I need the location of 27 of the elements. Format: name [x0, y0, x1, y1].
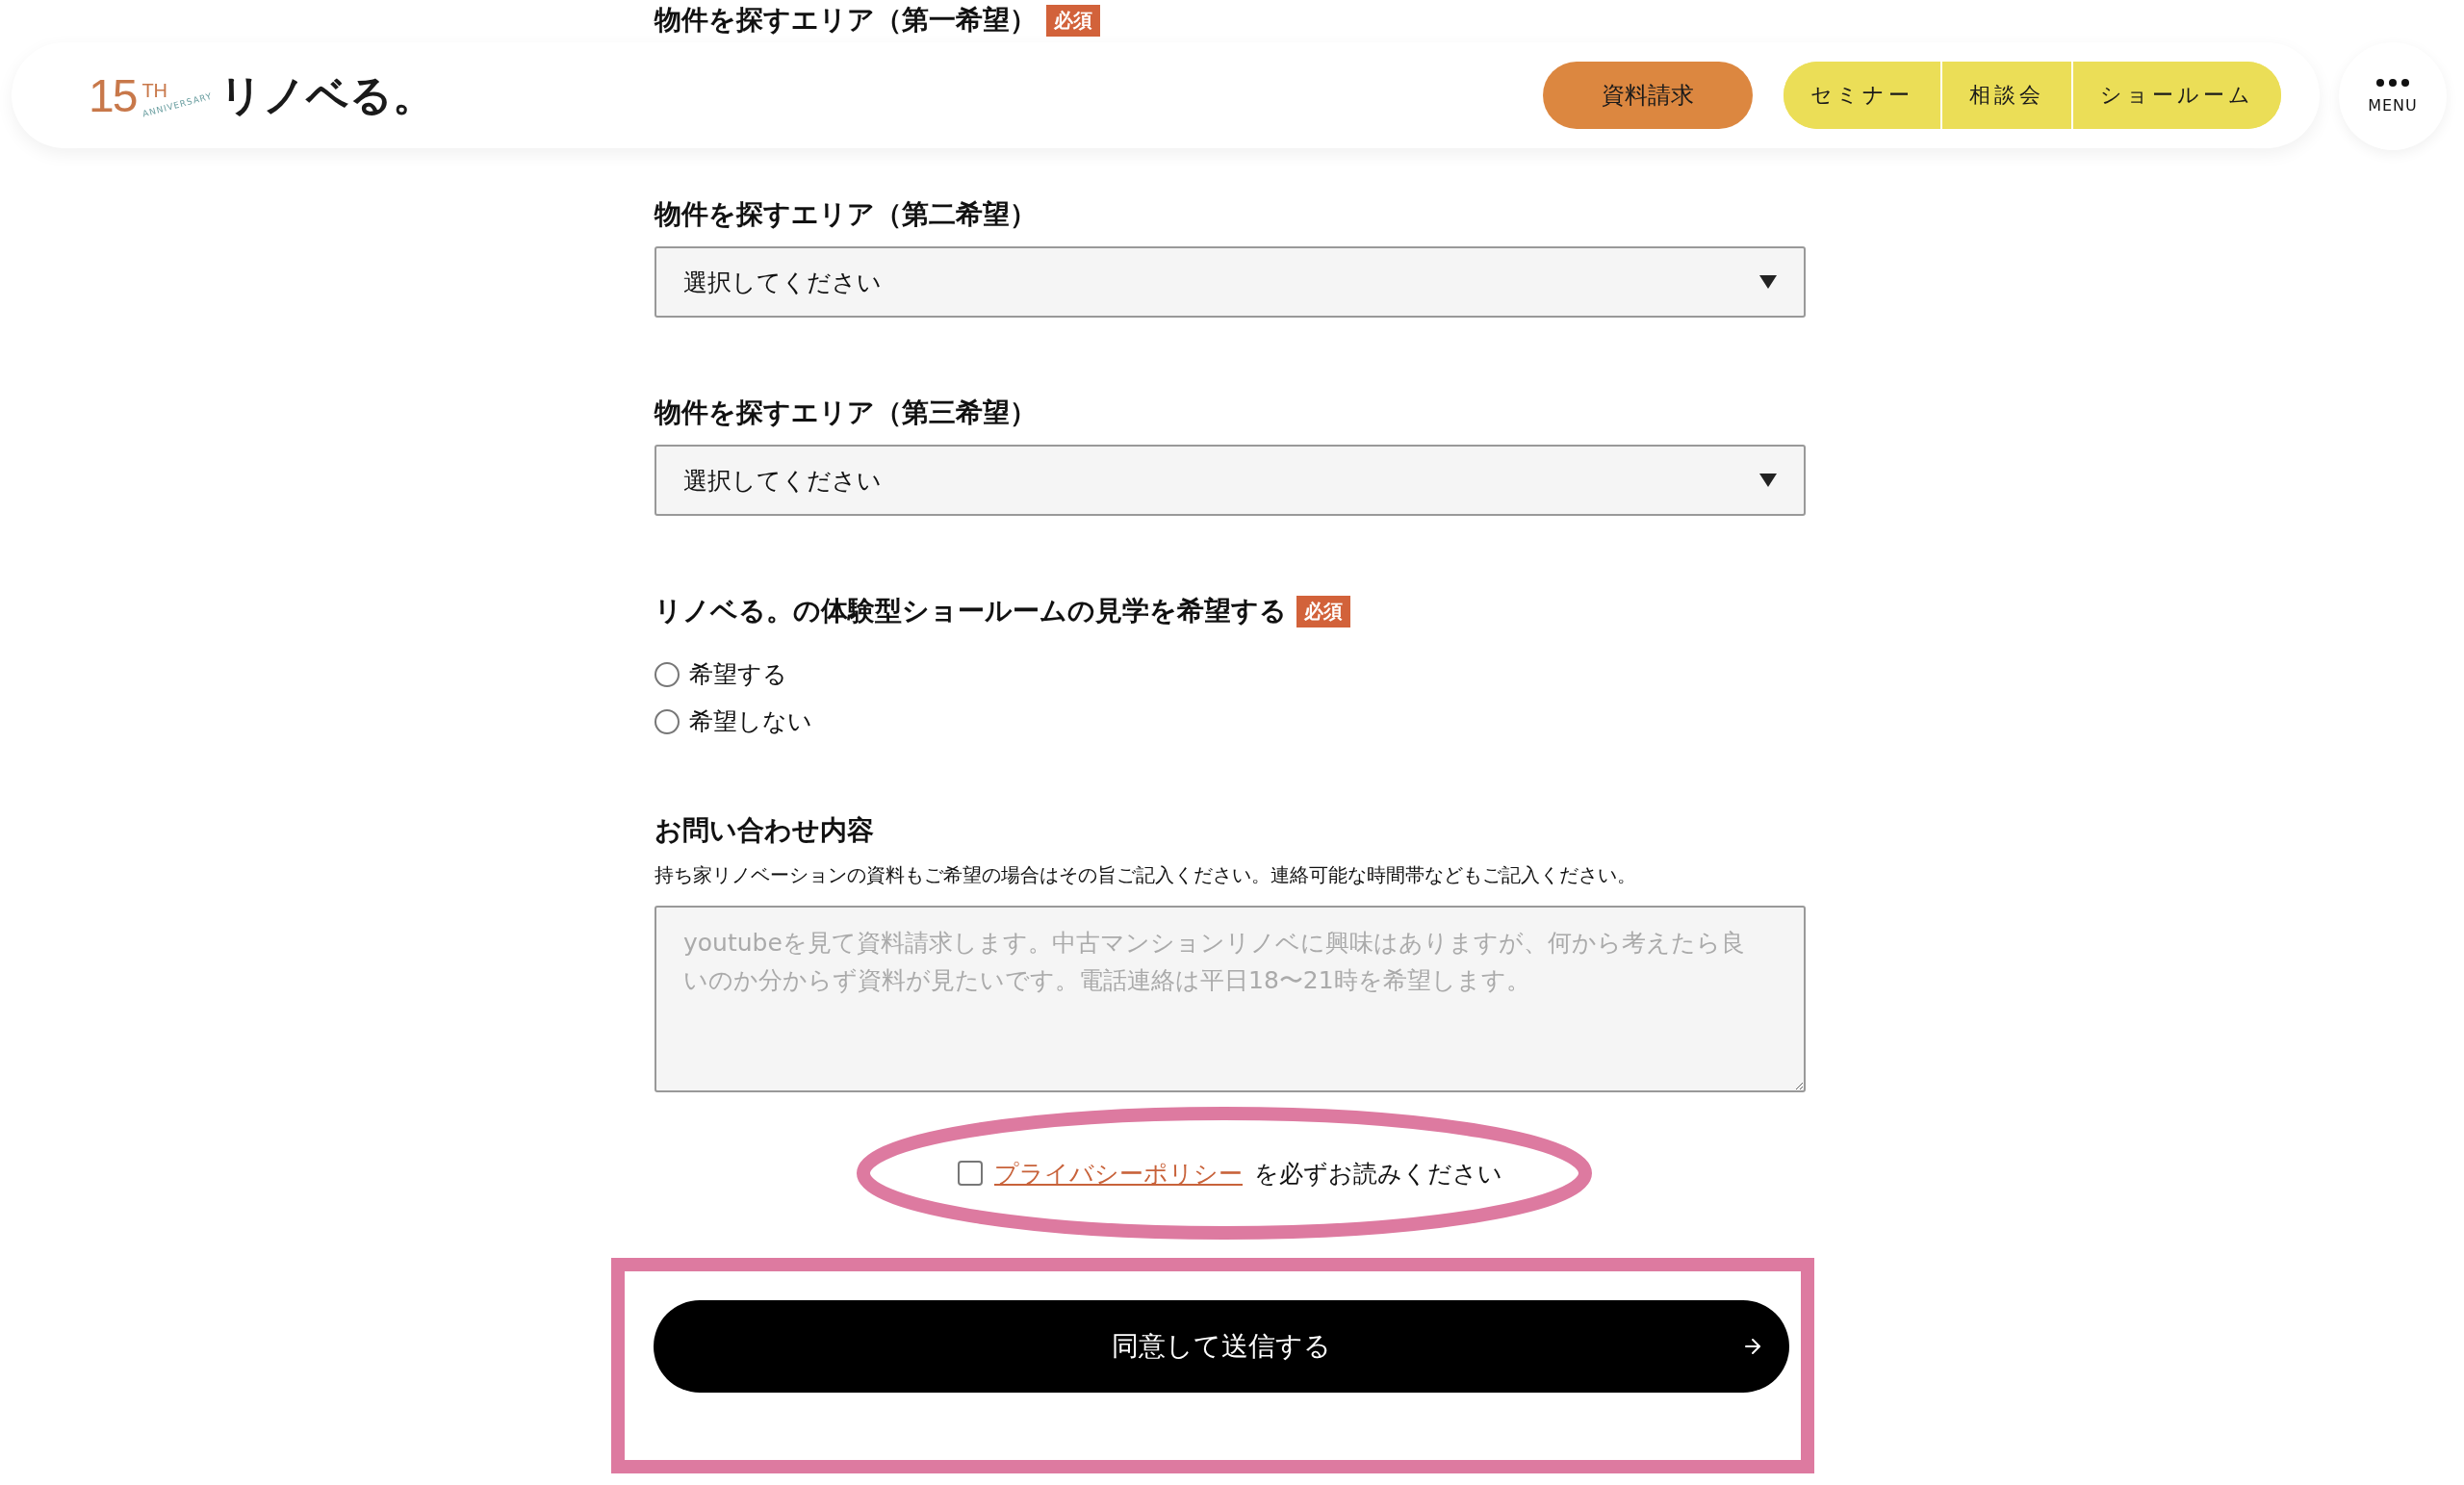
- message-field[interactable]: youtubeを見て資料請求します。中古マンションリノベに興味はありますが、何から考えたら良いのか分からず資料が見たいです。電話連絡は平日18〜21時を希望します。: [654, 906, 1806, 1092]
- field-label: リノベる。の体験型ショールームの見学を希望する: [654, 594, 1287, 628]
- select-field[interactable]: 選択してください: [654, 445, 1806, 516]
- required-badge: 必須: [1296, 595, 1350, 627]
- radio-button[interactable]: [654, 708, 680, 734]
- field-label: お問い合わせ内容: [654, 813, 874, 848]
- caret-icon: [1759, 275, 1777, 289]
- request-button[interactable]: 資料請求: [1543, 62, 1753, 129]
- nav-button[interactable]: ショールーム: [2071, 62, 2281, 129]
- radio-button[interactable]: [654, 661, 680, 687]
- field-label: 物件を探すエリア（第三希望）: [654, 396, 1037, 430]
- field-note: 持ち家リノベーションの資料もご希望の場合はその旨ご記入ください。連絡可能な時間帯などもご記入ください。: [654, 862, 1637, 888]
- consent-text: を必ずお読みください: [1254, 1158, 1502, 1190]
- select-field[interactable]: 選択してください: [654, 246, 1806, 318]
- field-label: 物件を探すエリア（第二希望）: [654, 197, 1037, 232]
- required-badge: 必須: [1046, 4, 1100, 37]
- caret-icon: [1759, 474, 1777, 487]
- checkbox[interactable]: [958, 1161, 983, 1186]
- logo-number: 15: [89, 68, 137, 122]
- logo-name[interactable]: リノベる。: [219, 66, 435, 124]
- submit-button[interactable]: 同意して送信する: [654, 1300, 1789, 1393]
- radio-label: 希望する: [689, 659, 787, 690]
- menu-button[interactable]: MENU: [2339, 42, 2447, 150]
- dots-icon: [2376, 78, 2409, 87]
- field-label: 物件を探すエリア（第一希望）: [654, 3, 1037, 38]
- privacy-policy-link[interactable]: プライバシーポリシー: [994, 1157, 1243, 1190]
- radio-label: 希望しない: [689, 706, 812, 737]
